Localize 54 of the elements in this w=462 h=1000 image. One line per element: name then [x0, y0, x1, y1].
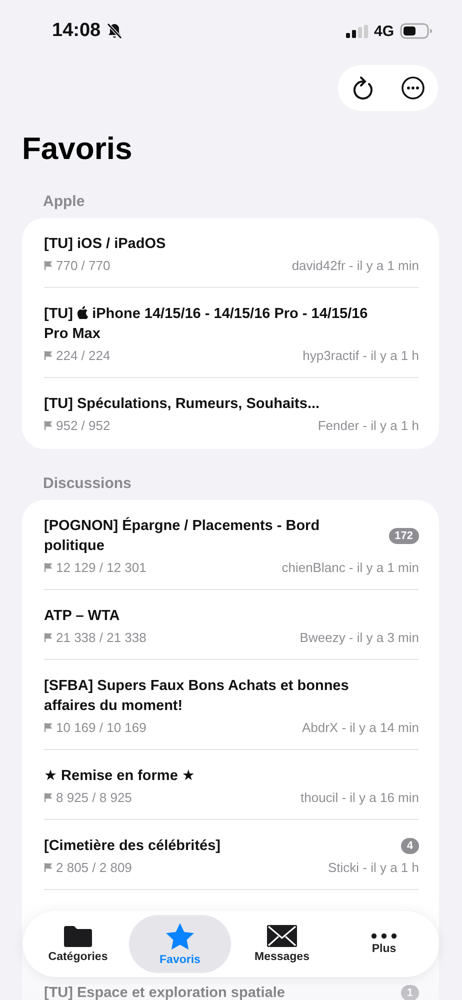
flag-icon	[44, 421, 52, 430]
page-title: Favoris	[22, 131, 134, 167]
post-count: 8 925 / 8 925	[56, 790, 132, 805]
post-count: 12 129 / 12 301	[56, 560, 146, 575]
last-post-info: Fender - il y a 1 h	[318, 418, 419, 433]
bell-muted-icon	[106, 23, 122, 39]
last-post-info: chienBlanc - il y a 1 min	[282, 560, 419, 575]
status-time: 14:08	[52, 20, 101, 42]
section-header: Apple	[43, 193, 86, 210]
last-post-info: Sticki - il y a 1 h	[328, 860, 419, 875]
battery-icon	[400, 23, 432, 39]
post-count: 21 338 / 21 338	[56, 630, 146, 645]
topic-title: [TU] iOS / iPadOS	[44, 235, 166, 254]
refresh-icon	[352, 76, 374, 100]
flag-icon	[44, 633, 52, 642]
topic-title: ★ Remise en forme ★	[44, 767, 195, 786]
last-post-info: AbdrX - il y a 14 min	[302, 720, 419, 735]
topic-title: [TU] Spéculations, Rumeurs, Souhaits...	[44, 395, 320, 414]
topic-title: [Cimetière des célébrités]	[44, 837, 220, 856]
tab-button[interactable]: Messages	[231, 915, 333, 973]
flag-icon	[44, 723, 52, 732]
post-count: 2 805 / 2 809	[56, 860, 132, 875]
section-header: Discussions	[43, 475, 132, 492]
tab-button[interactable]: Catégories	[27, 915, 129, 973]
more-icon	[371, 933, 397, 939]
post-count: 10 169 / 10 169	[56, 720, 146, 735]
network-type: 4G	[374, 22, 394, 40]
unread-badge: 1	[400, 985, 419, 1000]
post-count: 770 / 770	[56, 258, 110, 273]
topic-title: [TU] iPhone 14/15/16 - 14/15/16 Pro - 14/15/16 Pro Max	[44, 305, 369, 344]
flag-icon	[44, 863, 52, 872]
post-count: 224 / 224	[56, 348, 110, 363]
topic-title: ATP – WTA	[44, 607, 120, 626]
signal-icon	[346, 24, 368, 38]
folder-icon	[64, 925, 92, 947]
topic-title: [TU] Espace et exploration spatiale	[44, 984, 285, 1000]
post-count: 952 / 952	[56, 418, 110, 433]
flag-icon	[44, 793, 52, 802]
topic-title: [POGNON] Épargne / Placements - Bord politique	[44, 516, 321, 556]
last-post-info: david42fr - il y a 1 min	[292, 258, 419, 273]
flag-icon	[44, 351, 52, 360]
flag-icon	[44, 261, 52, 270]
last-post-info: Bweezy - il y a 3 min	[300, 630, 419, 645]
topic-title: [SFBA] Supers Faux Bons Achats et bonnes affaires du moment!	[44, 677, 350, 716]
last-post-info: thoucil - il y a 16 min	[300, 790, 419, 805]
last-post-info: hyp3ractif - il y a 1 h	[302, 348, 419, 363]
flag-icon	[44, 563, 52, 572]
more-button[interactable]	[400, 75, 426, 101]
unread-badge: 172	[388, 528, 419, 544]
star-icon	[166, 922, 194, 950]
more-circle-icon	[401, 76, 425, 100]
unread-badge: 4	[400, 838, 419, 854]
envelope-icon	[267, 925, 297, 947]
tab-button[interactable]: Plus	[333, 915, 435, 973]
